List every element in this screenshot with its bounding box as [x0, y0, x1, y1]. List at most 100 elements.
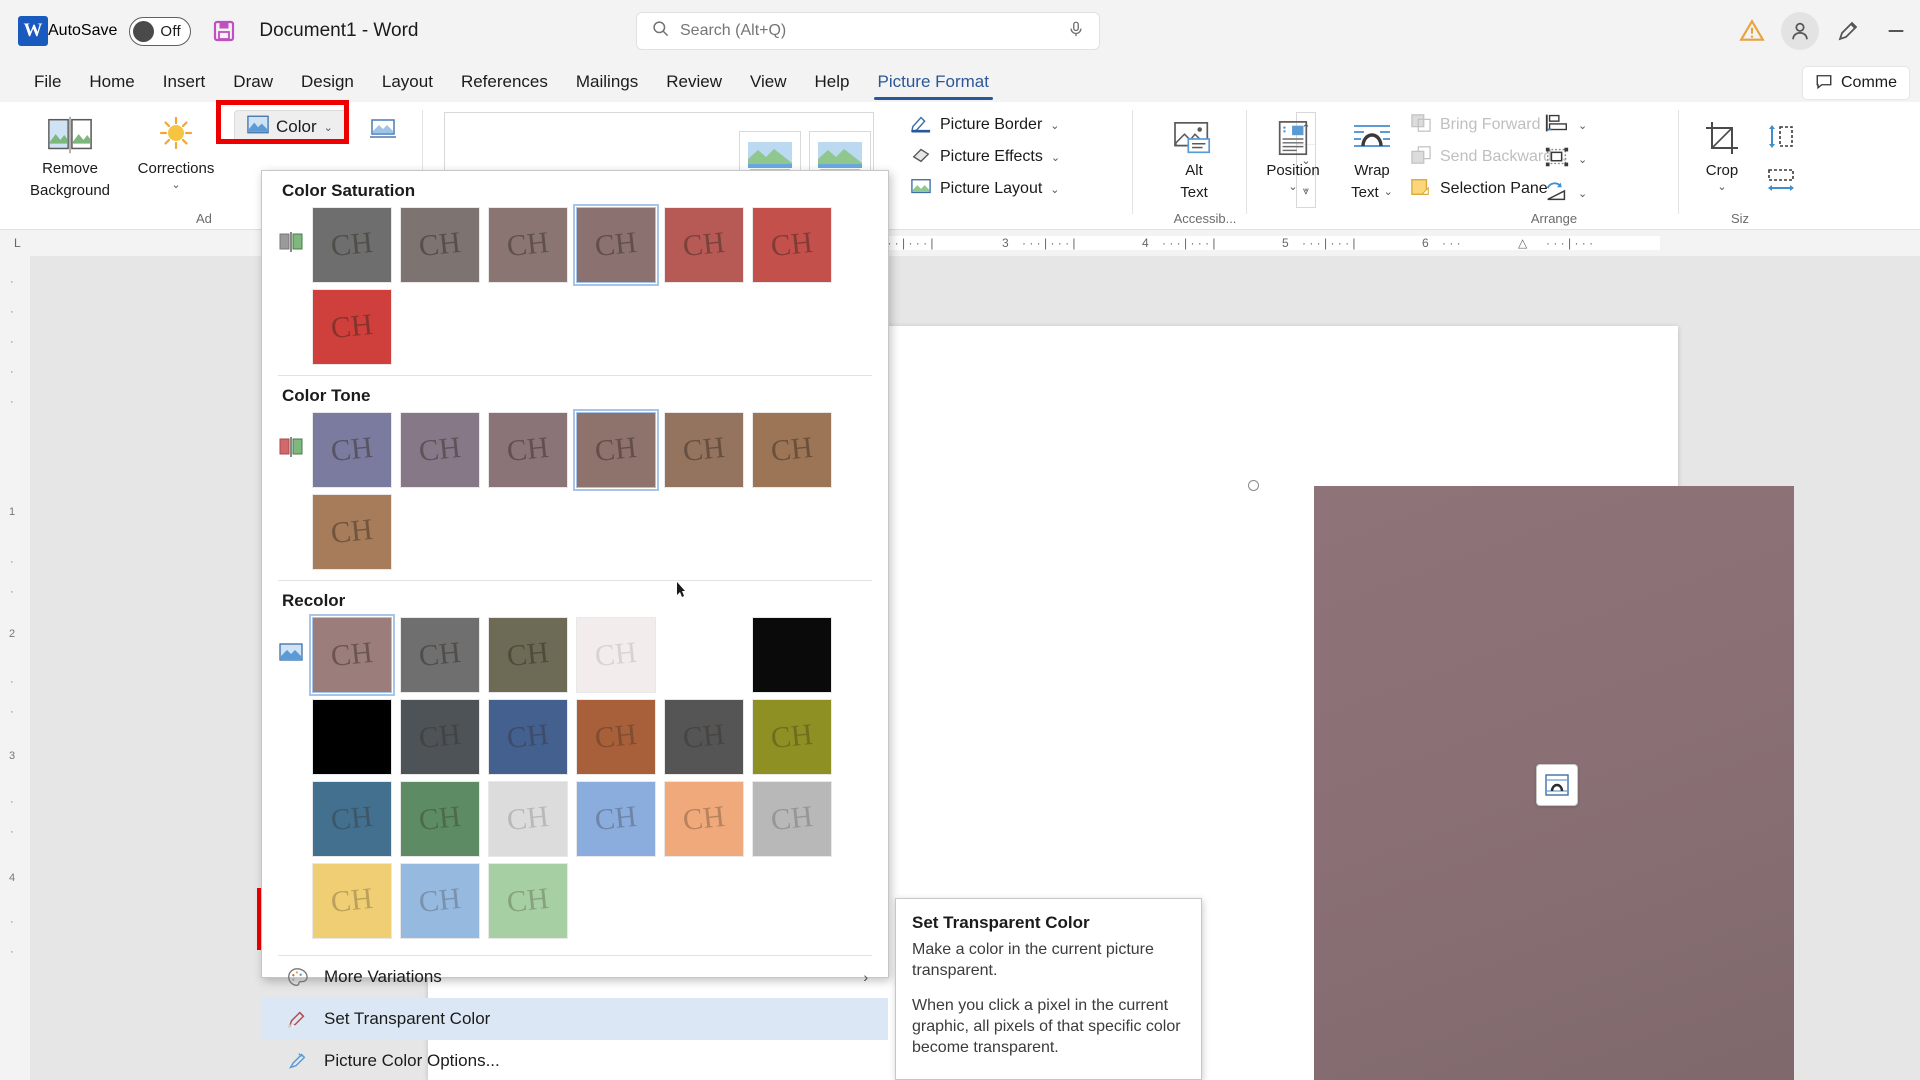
swatch[interactable]: CH: [664, 207, 744, 283]
swatch[interactable]: CH: [312, 494, 392, 570]
picture-effects-button[interactable]: Picture Effects ⌄: [910, 142, 1060, 172]
warning-icon[interactable]: [1728, 9, 1776, 53]
group-objects-button[interactable]: ⌄: [1544, 144, 1587, 174]
swatch[interactable]: CH: [400, 863, 480, 939]
picture-effects-chevron-down-icon[interactable]: ⌄: [1051, 151, 1060, 164]
color-dropdown-menu[interactable]: Color Saturation CH CH CH CH CH CH CH Co…: [261, 170, 889, 978]
swatch[interactable]: CH: [400, 617, 480, 693]
swatch[interactable]: CH: [576, 699, 656, 775]
swatch[interactable]: CH: [752, 207, 832, 283]
corrections-chevron-down-icon[interactable]: ⌄: [171, 178, 180, 191]
picture-layout-chevron-down-icon[interactable]: ⌄: [1050, 183, 1059, 196]
tab-review[interactable]: Review: [652, 62, 736, 102]
align-objects-chevron-down-icon[interactable]: ⌄: [1578, 119, 1587, 132]
shape-width-icon[interactable]: [1766, 168, 1796, 199]
save-icon[interactable]: [211, 18, 237, 44]
swatch[interactable]: CH: [664, 781, 744, 857]
layout-options-button[interactable]: [1536, 764, 1578, 806]
swatch[interactable]: CH: [400, 412, 480, 488]
tab-picture-format[interactable]: Picture Format: [864, 62, 1003, 102]
pen-icon[interactable]: [1824, 9, 1872, 53]
position-button[interactable]: Position ⌄: [1250, 112, 1336, 193]
artistic-effects-icon[interactable]: [370, 116, 396, 145]
position-chevron-down-icon[interactable]: ⌄: [1288, 180, 1297, 193]
swatch-selected[interactable]: CH: [576, 207, 656, 283]
wrap-text-chevron-down-icon[interactable]: ⌄: [1384, 186, 1393, 199]
swatch[interactable]: CH: [488, 207, 568, 283]
picture-color-options-label: Picture Color Options...: [324, 1051, 500, 1071]
shape-height-icon[interactable]: [1766, 124, 1796, 155]
corrections-button[interactable]: Corrections ⌄: [128, 108, 224, 191]
alt-text-button[interactable]: Alt Text: [1146, 112, 1242, 202]
align-objects-button[interactable]: ⌄: [1544, 110, 1587, 140]
swatch[interactable]: CH: [312, 207, 392, 283]
crop-button[interactable]: Crop ⌄: [1684, 112, 1760, 193]
swatch[interactable]: CH: [488, 863, 568, 939]
swatch[interactable]: CH: [312, 412, 392, 488]
bring-forward-button[interactable]: Bring Forward ⌄: [1410, 110, 1558, 140]
tab-view[interactable]: View: [736, 62, 801, 102]
swatch[interactable]: CH: [752, 699, 832, 775]
vertical-ruler[interactable]: · · · · · 1 · · 2 · · 3 · · 4 · ·: [0, 256, 30, 1080]
tab-home[interactable]: Home: [75, 62, 148, 102]
autosave-toggle[interactable]: Off: [129, 17, 191, 46]
swatch[interactable]: CH: [400, 699, 480, 775]
menu-item-more-variations[interactable]: More Variations ›: [262, 956, 888, 998]
picture-border-chevron-down-icon[interactable]: ⌄: [1050, 119, 1059, 132]
swatch[interactable]: CH: [488, 699, 568, 775]
crop-chevron-down-icon[interactable]: ⌄: [1717, 180, 1726, 193]
search-input[interactable]: [680, 22, 1067, 40]
minimize-button[interactable]: [1872, 9, 1920, 53]
swatch[interactable]: CH: [752, 412, 832, 488]
tab-design[interactable]: Design: [287, 62, 368, 102]
search-box[interactable]: [636, 12, 1100, 50]
color-button[interactable]: Color ⌄: [234, 110, 346, 144]
swatch[interactable]: CH: [400, 207, 480, 283]
selection-handle-top-right[interactable]: [1248, 480, 1259, 491]
swatch[interactable]: CH: [664, 699, 744, 775]
rotate-objects-icon: [1544, 180, 1570, 207]
swatch-selected[interactable]: CH: [576, 412, 656, 488]
group-separator: [1132, 110, 1133, 214]
tab-mailings[interactable]: Mailings: [562, 62, 652, 102]
comments-button[interactable]: Comme: [1802, 66, 1910, 100]
chevron-right-icon[interactable]: ›: [863, 969, 868, 985]
swatch[interactable]: CH: [576, 781, 656, 857]
swatch[interactable]: CH: [576, 617, 656, 693]
tab-insert[interactable]: Insert: [149, 62, 220, 102]
tab-file[interactable]: File: [20, 62, 75, 102]
tooltip-set-transparent-color: Set Transparent Color Make a color in th…: [895, 898, 1202, 1080]
tab-draw[interactable]: Draw: [219, 62, 287, 102]
selection-pane-button[interactable]: Selection Pane: [1410, 174, 1548, 204]
swatch[interactable]: [664, 617, 744, 693]
microphone-icon[interactable]: [1067, 20, 1085, 43]
swatch-selected[interactable]: CH: [312, 617, 392, 693]
swatch[interactable]: CH: [400, 781, 480, 857]
swatch[interactable]: CH: [664, 412, 744, 488]
swatch[interactable]: CH: [488, 412, 568, 488]
swatch[interactable]: CH: [312, 863, 392, 939]
account-icon[interactable]: [1776, 9, 1824, 53]
rotate-objects-button[interactable]: ⌄: [1544, 178, 1587, 208]
swatch[interactable]: CH: [488, 617, 568, 693]
picture-layout-button[interactable]: Picture Layout ⌄: [910, 174, 1060, 204]
swatch[interactable]: CH: [488, 781, 568, 857]
tab-layout[interactable]: Layout: [368, 62, 447, 102]
swatch[interactable]: [752, 617, 832, 693]
menu-item-picture-color-options[interactable]: Picture Color Options...: [262, 1040, 888, 1080]
group-objects-chevron-down-icon[interactable]: ⌄: [1578, 153, 1587, 166]
swatch[interactable]: CH: [752, 781, 832, 857]
tab-help[interactable]: Help: [801, 62, 864, 102]
picture-border-button[interactable]: Picture Border ⌄: [910, 110, 1059, 140]
position-label: Position: [1266, 162, 1319, 180]
swatch[interactable]: CH: [312, 289, 392, 365]
color-chevron-down-icon[interactable]: ⌄: [324, 121, 333, 134]
menu-item-set-transparent-color[interactable]: Set Transparent Color: [262, 998, 888, 1040]
wrap-text-button[interactable]: Wrap Text ⌄: [1332, 112, 1412, 202]
left-indent-marker[interactable]: △: [1518, 236, 1527, 250]
rotate-objects-chevron-down-icon[interactable]: ⌄: [1578, 187, 1587, 200]
remove-background-button[interactable]: Remove Background: [22, 108, 118, 200]
swatch[interactable]: CH: [312, 781, 392, 857]
tab-references[interactable]: References: [447, 62, 562, 102]
swatch[interactable]: [312, 699, 392, 775]
